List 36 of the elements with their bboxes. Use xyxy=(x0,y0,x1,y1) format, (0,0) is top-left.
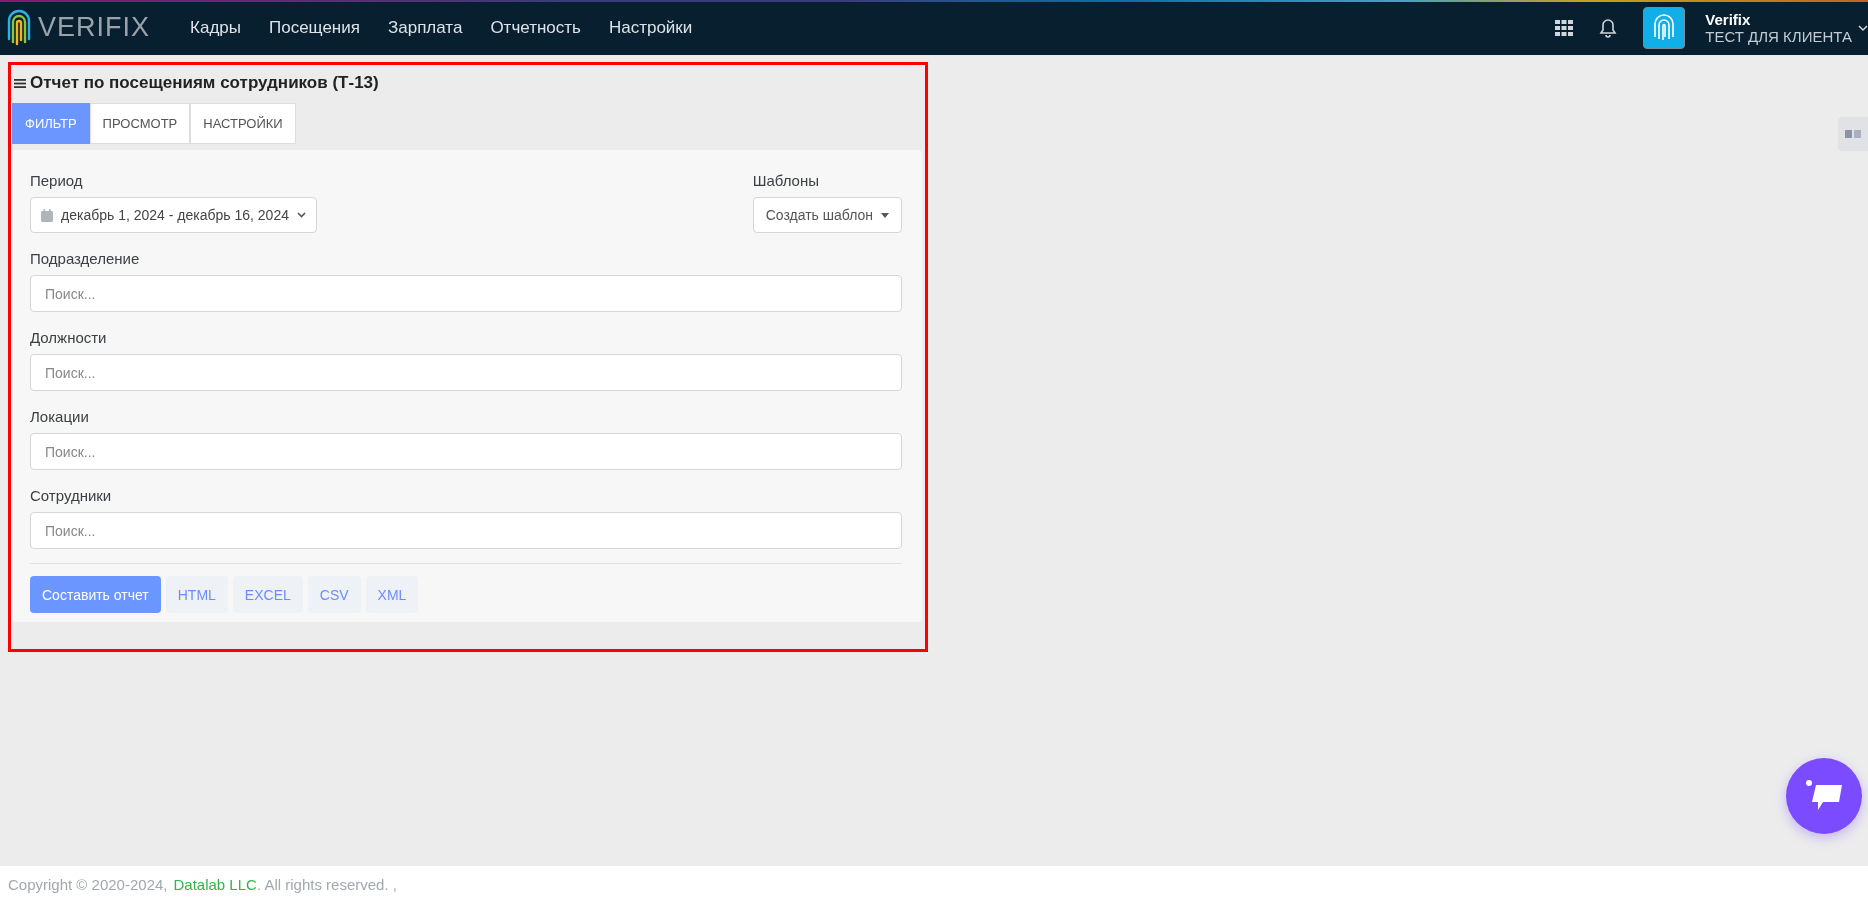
nav-menu-item[interactable]: Кадры xyxy=(176,17,255,38)
date-range-picker[interactable]: декабрь 1, 2024 - декабрь 16, 2024 xyxy=(30,197,317,233)
chat-button[interactable] xyxy=(1786,758,1862,834)
create-template-button[interactable]: Создать шаблон xyxy=(752,197,902,233)
chevron-down-icon xyxy=(297,212,306,218)
search-field[interactable]: Поиск... xyxy=(30,275,902,312)
search-field[interactable]: Поиск... xyxy=(30,512,902,549)
copyright-text: Copyright © 2020-2024, xyxy=(8,875,168,893)
calendar-icon xyxy=(41,208,53,222)
company-name[interactable]: ТЕСТ ДЛЯ КЛИЕНТА xyxy=(1705,27,1852,45)
field-label: Шаблоны xyxy=(752,172,820,189)
menu-icon[interactable] xyxy=(14,77,26,89)
notification-bell-icon[interactable] xyxy=(1599,17,1618,38)
company-avatar[interactable] xyxy=(1643,6,1686,49)
copyright-text: . All rights reserved. , xyxy=(256,875,397,893)
tab[interactable]: НАСТРОЙКИ xyxy=(190,103,296,144)
nav-menu-item[interactable]: Посещения xyxy=(255,17,374,38)
tab[interactable]: ПРОСМОТР xyxy=(89,103,191,144)
field-label: Подразделение xyxy=(30,250,141,267)
nav-menu-item[interactable]: Настройки xyxy=(594,17,707,38)
caret-icon xyxy=(881,212,889,218)
search-field[interactable]: Поиск... xyxy=(30,354,902,391)
logo-text: VERIFIX xyxy=(38,12,151,43)
field-label: Сотрудники xyxy=(30,487,113,504)
user-name[interactable]: Verifix xyxy=(1705,10,1852,28)
nav-menu-item[interactable]: Отчетность xyxy=(476,17,595,38)
chevron-down-icon[interactable] xyxy=(1858,22,1868,33)
field-label: Локации xyxy=(30,408,90,425)
nav-menu-item[interactable]: Зарплата xyxy=(373,17,477,38)
apps-grid-icon[interactable] xyxy=(1555,19,1574,36)
field-label: Период xyxy=(30,172,84,189)
fingerprint-icon xyxy=(1652,12,1677,43)
search-field[interactable]: Поиск... xyxy=(30,433,902,470)
field-label: Должности xyxy=(30,329,108,346)
fingerprint-logo-icon xyxy=(6,8,32,47)
page-title: Отчет по посещениям сотрудников (Т-13) xyxy=(30,73,379,93)
